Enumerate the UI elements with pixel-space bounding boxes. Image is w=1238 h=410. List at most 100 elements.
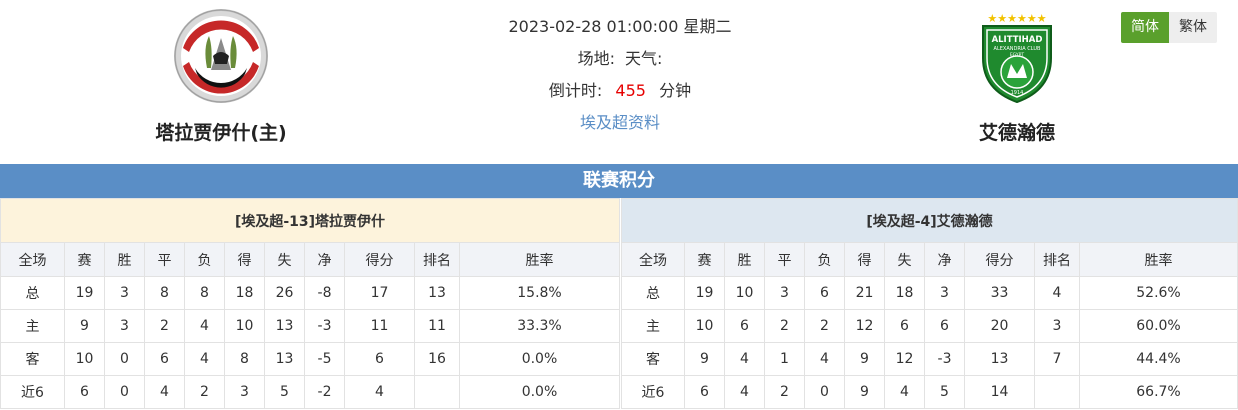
cell: 20 xyxy=(964,309,1035,343)
weather-label: 天气: xyxy=(625,49,663,68)
home-standings-panel: [埃及超-13]塔拉贾伊什 全场 赛 胜 平 负 得 失 净 得分 排名 胜率 … xyxy=(0,198,620,410)
countdown-row: 倒计时: 455 分钟 xyxy=(420,78,820,104)
cell: 11 xyxy=(414,309,460,343)
col-header: 排名 xyxy=(414,242,460,277)
col-header: 胜率 xyxy=(1079,242,1238,277)
cell: 66.7% xyxy=(1079,375,1238,409)
cell: 4 xyxy=(884,375,925,409)
col-header: 胜 xyxy=(104,242,145,277)
cell: 15.8% xyxy=(459,276,620,310)
cell xyxy=(414,375,460,409)
cell: 3 xyxy=(1034,309,1080,343)
home-table-header-row: 全场 赛 胜 平 负 得 失 净 得分 排名 胜率 xyxy=(0,242,620,277)
away-team-logo[interactable]: ★★★★★★ ALITTIHAD ALEXANDRIA CLUB EGYPT 1… xyxy=(969,8,1065,104)
col-header: 失 xyxy=(264,242,305,277)
cell: 18 xyxy=(224,276,265,310)
cell: -2 xyxy=(304,375,345,409)
col-header: 负 xyxy=(804,242,845,277)
cell: 0 xyxy=(104,342,145,376)
cell: 10 xyxy=(724,276,765,310)
away-standings-panel: [埃及超-4]艾德瀚德 全场 赛 胜 平 负 得 失 净 得分 排名 胜率 总 … xyxy=(621,198,1238,410)
row-label: 近6 xyxy=(0,375,65,409)
cell: 4 xyxy=(344,375,415,409)
cell: 9 xyxy=(844,342,885,376)
venue-label: 场地: xyxy=(577,49,615,68)
cell: 8 xyxy=(184,276,225,310)
cell: 44.4% xyxy=(1079,342,1238,376)
countdown-unit: 分钟 xyxy=(659,81,692,100)
home-team-name[interactable]: 塔拉贾伊什(主) xyxy=(101,118,341,145)
section-title-league-standings: 联赛积分 xyxy=(0,164,1238,198)
cell: 12 xyxy=(844,309,885,343)
cell: 1 xyxy=(764,342,805,376)
cell: 33.3% xyxy=(459,309,620,343)
away-table-caption: [埃及超-4]艾德瀚德 xyxy=(621,198,1238,243)
league-info-link[interactable]: 埃及超资料 xyxy=(580,113,660,132)
traditional-chinese-button[interactable]: 繁体 xyxy=(1169,12,1217,43)
cell: -3 xyxy=(924,342,965,376)
cell: 6 xyxy=(724,309,765,343)
cell: 3 xyxy=(224,375,265,409)
cell: 3 xyxy=(104,276,145,310)
cell: 4 xyxy=(804,342,845,376)
cell: 11 xyxy=(344,309,415,343)
cell: 19 xyxy=(64,276,105,310)
cell: 33 xyxy=(964,276,1035,310)
cell: 21 xyxy=(844,276,885,310)
col-header: 得 xyxy=(844,242,885,277)
col-header: 全场 xyxy=(621,242,685,277)
cell: 10 xyxy=(684,309,725,343)
col-header: 得 xyxy=(224,242,265,277)
col-header: 平 xyxy=(144,242,185,277)
col-header: 排名 xyxy=(1034,242,1080,277)
away-crest-icon: ★★★★★★ ALITTIHAD ALEXANDRIA CLUB EGYPT 1… xyxy=(982,12,1052,104)
col-header: 得分 xyxy=(964,242,1035,277)
home-team-logo[interactable] xyxy=(173,8,269,104)
col-header: 负 xyxy=(184,242,225,277)
badge-text-1: ALITTIHAD xyxy=(992,35,1043,45)
cell: 14 xyxy=(964,375,1035,409)
cell: 6 xyxy=(684,375,725,409)
cell: 26 xyxy=(264,276,305,310)
cell: 18 xyxy=(884,276,925,310)
match-info: 2023-02-28 01:00:00 星期二 场地: 天气: 倒计时: 455 … xyxy=(420,14,820,142)
cell: 0.0% xyxy=(459,375,620,409)
cell: 2 xyxy=(764,309,805,343)
cell: 6 xyxy=(144,342,185,376)
col-header: 全场 xyxy=(0,242,65,277)
cell: -3 xyxy=(304,309,345,343)
table-row: 客 9 4 1 4 9 12 -3 13 7 44.4% xyxy=(621,342,1238,376)
cell: -5 xyxy=(304,342,345,376)
table-row: 近6 6 0 4 2 3 5 -2 4 0.0% xyxy=(0,375,620,409)
venue-weather-row: 场地: 天气: xyxy=(420,46,820,72)
table-row: 主 10 6 2 2 12 6 6 20 3 60.0% xyxy=(621,309,1238,343)
col-header: 失 xyxy=(884,242,925,277)
home-crest-icon xyxy=(174,9,268,103)
cell: 0.0% xyxy=(459,342,620,376)
cell: 17 xyxy=(344,276,415,310)
simplified-chinese-button[interactable]: 简体 xyxy=(1121,12,1169,43)
cell: 4 xyxy=(1034,276,1080,310)
col-header: 平 xyxy=(764,242,805,277)
table-row: 总 19 10 3 6 21 18 3 33 4 52.6% xyxy=(621,276,1238,310)
countdown-value: 455 xyxy=(615,81,646,100)
cell: 0 xyxy=(804,375,845,409)
cell: 10 xyxy=(224,309,265,343)
cell: 2 xyxy=(144,309,185,343)
cell: 0 xyxy=(104,375,145,409)
league-link-row: 埃及超资料 xyxy=(420,110,820,136)
cell: 3 xyxy=(924,276,965,310)
away-team-name[interactable]: 艾德瀚德 xyxy=(897,118,1137,145)
col-header: 得分 xyxy=(344,242,415,277)
cell: 52.6% xyxy=(1079,276,1238,310)
row-label: 近6 xyxy=(621,375,685,409)
badge-text-2: ALEXANDRIA CLUB xyxy=(994,46,1041,52)
col-header: 净 xyxy=(304,242,345,277)
away-team: ★★★★★★ ALITTIHAD ALEXANDRIA CLUB EGYPT 1… xyxy=(897,8,1137,145)
table-row: 主 9 3 2 4 10 13 -3 11 11 33.3% xyxy=(0,309,620,343)
table-row: 近6 6 4 2 0 9 4 5 14 66.7% xyxy=(621,375,1238,409)
cell: 3 xyxy=(764,276,805,310)
table-row: 客 10 0 6 4 8 13 -5 6 16 0.0% xyxy=(0,342,620,376)
cell: 4 xyxy=(184,342,225,376)
cell: 60.0% xyxy=(1079,309,1238,343)
